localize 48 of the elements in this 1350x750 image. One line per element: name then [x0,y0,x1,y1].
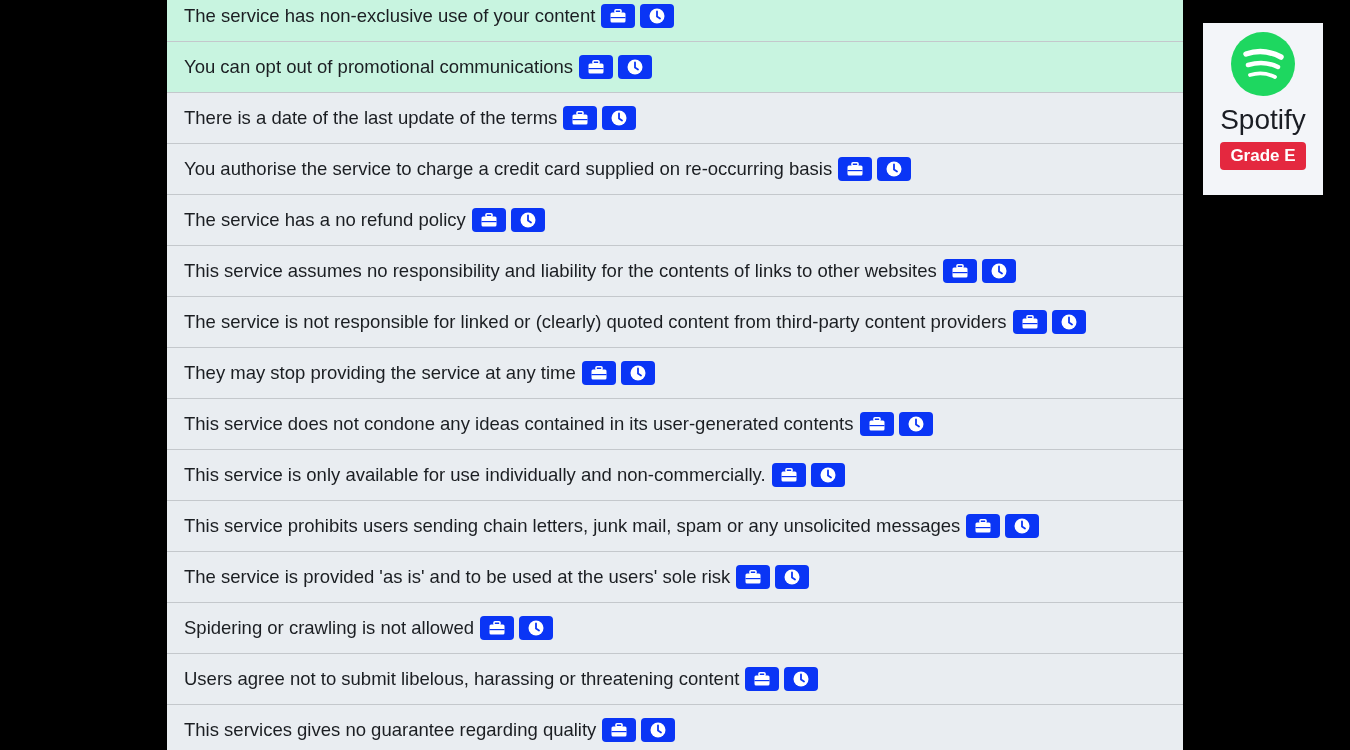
clock-icon[interactable] [898,412,933,436]
clock-icon[interactable] [784,667,819,691]
clock-icon[interactable] [641,718,676,742]
clock-icon[interactable] [877,157,912,181]
briefcase-icon[interactable] [601,4,636,28]
briefcase-icon[interactable] [966,514,1001,538]
logo-icon [1231,32,1295,96]
point-text: You can opt out of promotional communications [184,55,574,80]
point-text: The service has a no refund policy [184,208,466,233]
point-text: This services gives no guarantee regarding quality [184,718,597,743]
briefcase-icon[interactable] [471,208,506,232]
clock-icon[interactable] [640,4,675,28]
service-name: Spotify [1220,103,1306,137]
clock-icon[interactable] [618,55,653,79]
briefcase-icon[interactable] [745,667,780,691]
point-text: Spidering or crawling is not allowed [184,616,474,641]
briefcase-icon[interactable] [563,106,598,130]
clock-icon[interactable] [602,106,637,130]
briefcase-icon[interactable] [1012,310,1047,334]
clock-icon[interactable] [775,565,810,589]
point-text: The service is provided 'as is' and to be used at the users' sole risk [184,565,731,590]
point-text: This service does not condone any ideas contained in its user-generated contents [184,412,854,437]
point-text: Users agree not to submit libelous, harassing or threatening content [184,667,740,692]
point-text: They may stop providing the service at any time [184,361,576,386]
briefcase-icon[interactable] [581,361,616,385]
briefcase-icon[interactable] [838,157,873,181]
clock-icon[interactable] [981,259,1016,283]
briefcase-icon[interactable] [602,718,637,742]
briefcase-icon[interactable] [736,565,771,589]
clock-icon[interactable] [1051,310,1086,334]
briefcase-icon[interactable] [480,616,514,640]
point-text: You authorise the service to charge a credit card supplied on re-occurring basis [184,157,833,182]
point-text: The service has non-exclusive use of your content [184,4,596,29]
briefcase-icon[interactable] [942,259,977,283]
point-text: The service is not responsible for linked or (clearly) quoted content from third-party content providers [184,310,1007,335]
point-text: This service prohibits users sending chain letters, junk mail, spam or any unsolicited messages [184,514,961,539]
briefcase-icon[interactable] [771,463,806,487]
point-text: There is a date of the last update of the terms [184,106,558,131]
briefcase-icon[interactable] [859,412,894,436]
grade-badge: Grade E [1220,142,1306,170]
clock-icon[interactable] [510,208,545,232]
clock-icon[interactable] [519,616,553,640]
clock-icon[interactable] [810,463,845,487]
briefcase-icon[interactable] [579,55,614,79]
point-text: This service is only available for use individually and non-commercially. [184,463,766,488]
clock-icon[interactable] [1005,514,1040,538]
clock-icon[interactable] [620,361,655,385]
point-text: This service assumes no responsibility and liability for the contents of links to other websites [184,259,937,284]
